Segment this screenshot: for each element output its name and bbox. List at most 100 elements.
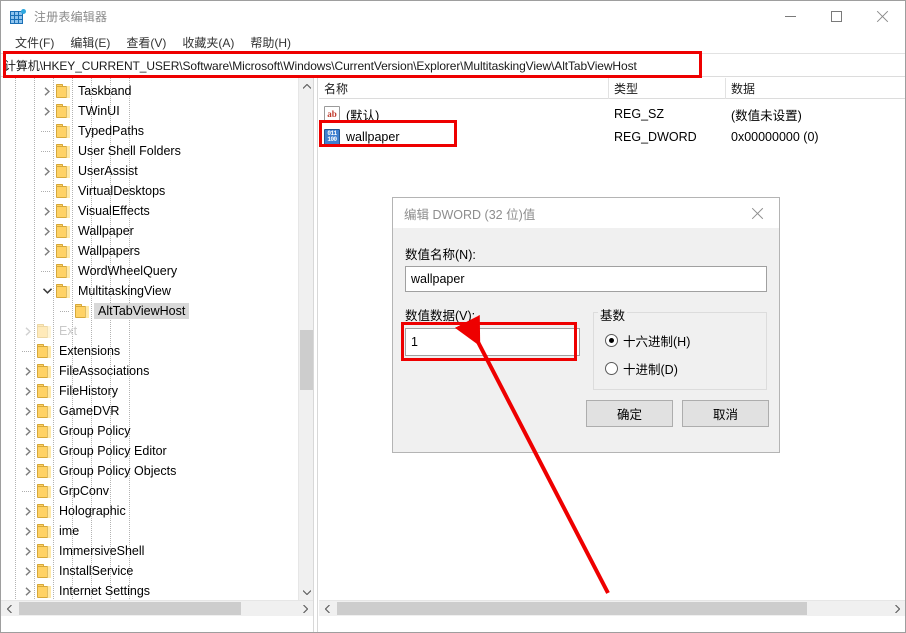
- tree-item-taskband[interactable]: Taskband: [1, 81, 297, 101]
- cancel-button[interactable]: 取消: [682, 400, 769, 427]
- base-groupbox-label: 基数: [598, 305, 628, 324]
- chevron-right-icon[interactable]: [20, 361, 36, 381]
- chevron-right-icon[interactable]: [20, 541, 36, 561]
- tree-item-label: InstallService: [59, 564, 134, 578]
- folder-icon: [37, 504, 54, 518]
- close-button[interactable]: [859, 1, 905, 32]
- column-header-type[interactable]: 类型: [609, 78, 726, 99]
- address-bar-path[interactable]: 计算机\HKEY_CURRENT_USER\Software\Microsoft…: [1, 57, 637, 74]
- tree-item-internet-settings[interactable]: Internet Settings: [1, 581, 297, 601]
- tree-item-immersiveshell[interactable]: ImmersiveShell: [1, 541, 297, 561]
- tree-vertical-scrollbar[interactable]: [298, 78, 313, 600]
- tree-item-wallpapers[interactable]: Wallpapers: [1, 241, 297, 261]
- values-scroll-left-arrow[interactable]: [319, 601, 335, 616]
- chevron-right-icon[interactable]: [20, 381, 36, 401]
- chevron-right-icon[interactable]: [39, 161, 55, 181]
- tree-item-userassist[interactable]: UserAssist: [1, 161, 297, 181]
- menu-item-favorites[interactable]: 收藏夹(A): [174, 32, 242, 53]
- dialog-close-icon[interactable]: [735, 198, 779, 228]
- values-hscrollbar-thumb[interactable]: [337, 602, 807, 615]
- tree-item-alttabviewhost[interactable]: AltTabViewHost: [1, 301, 297, 321]
- tree-item-group-policy[interactable]: Group Policy: [1, 421, 297, 441]
- tree-item-extensions[interactable]: Extensions: [1, 341, 297, 361]
- radio-decimal[interactable]: 十进制(D): [605, 359, 678, 378]
- tree-item-ext[interactable]: Ext: [1, 321, 297, 341]
- table-row[interactable]: ab (默认) REG_SZ (数值未设置): [319, 103, 905, 125]
- chevron-right-icon[interactable]: [39, 221, 55, 241]
- tree-item-holographic[interactable]: Holographic: [1, 501, 297, 521]
- tree-scrollbar-thumb[interactable]: [300, 330, 313, 390]
- chevron-right-icon[interactable]: [20, 461, 36, 481]
- folder-icon: [56, 244, 73, 258]
- chevron-right-icon[interactable]: [20, 401, 36, 421]
- chevron-right-icon[interactable]: [20, 421, 36, 441]
- chevron-right-icon[interactable]: [20, 581, 36, 601]
- registry-editor-icon: [10, 8, 26, 25]
- chevron-right-icon[interactable]: [39, 81, 55, 101]
- tree-item-visualeffects[interactable]: VisualEffects: [1, 201, 297, 221]
- tree-item-multitaskingview[interactable]: MultitaskingView: [1, 281, 297, 301]
- menu-item-help[interactable]: 帮助(H): [242, 32, 299, 53]
- title-bar: 注册表编辑器: [1, 1, 905, 32]
- ok-button[interactable]: 确定: [586, 400, 673, 427]
- chevron-right-icon[interactable]: [39, 101, 55, 121]
- tree-item-filehistory[interactable]: FileHistory: [1, 381, 297, 401]
- chevron-right-icon[interactable]: [39, 201, 55, 221]
- chevron-down-icon[interactable]: [39, 281, 55, 301]
- menu-item-file[interactable]: 文件(F): [7, 32, 62, 53]
- tree-item-label: FileAssociations: [59, 364, 150, 378]
- minimize-button[interactable]: [767, 1, 813, 32]
- chevron-right-icon[interactable]: [20, 321, 36, 341]
- tree-item-ime[interactable]: ime: [1, 521, 297, 541]
- chevron-right-icon[interactable]: [20, 521, 36, 541]
- folder-icon: [56, 284, 73, 298]
- address-bar[interactable]: 计算机\HKEY_CURRENT_USER\Software\Microsoft…: [1, 53, 905, 77]
- values-horizontal-scrollbar[interactable]: [319, 600, 905, 616]
- edit-dword-dialog: 编辑 DWORD (32 位)值 数值名称(N): wallpaper 数值数据…: [392, 197, 780, 453]
- tree-scroll-right-arrow[interactable]: [297, 601, 313, 616]
- tree-scroll-down-arrow[interactable]: [299, 584, 313, 600]
- tree-item-user-shell-folders[interactable]: User Shell Folders: [1, 141, 297, 161]
- menu-bar: 文件(F) 编辑(E) 查看(V) 收藏夹(A) 帮助(H): [1, 32, 905, 53]
- tree-item-group-policy-editor[interactable]: Group Policy Editor: [1, 441, 297, 461]
- tree-horizontal-scrollbar[interactable]: [1, 600, 313, 616]
- tree-item-group-policy-objects[interactable]: Group Policy Objects: [1, 461, 297, 481]
- folder-icon: [56, 264, 73, 278]
- radio-hexadecimal[interactable]: 十六进制(H): [605, 331, 690, 350]
- chevron-right-icon[interactable]: [20, 501, 36, 521]
- tree-item-label: GrpConv: [59, 484, 110, 498]
- menu-item-view[interactable]: 查看(V): [118, 32, 174, 53]
- chevron-right-icon[interactable]: [20, 441, 36, 461]
- folder-icon: [37, 324, 54, 338]
- values-column-header: 名称 类型 数据: [319, 78, 905, 99]
- chevron-right-icon[interactable]: [39, 241, 55, 261]
- column-header-data[interactable]: 数据: [726, 78, 905, 99]
- tree-item-virtualdesktops[interactable]: VirtualDesktops: [1, 181, 297, 201]
- tree-item-gamedvr[interactable]: GameDVR: [1, 401, 297, 421]
- tree-item-wordwheelquery[interactable]: WordWheelQuery: [1, 261, 297, 281]
- tree-item-grpconv[interactable]: GrpConv: [1, 481, 297, 501]
- tree-item-label: AltTabViewHost: [94, 303, 190, 319]
- maximize-button[interactable]: [813, 1, 859, 32]
- values-scroll-right-arrow[interactable]: [889, 601, 905, 616]
- radio-decimal-label: 十进制(D): [623, 363, 678, 377]
- tree-scroll-up-arrow[interactable]: [299, 78, 313, 94]
- pane-splitter[interactable]: [313, 78, 318, 632]
- tree-item-fileassociations[interactable]: FileAssociations: [1, 361, 297, 381]
- column-header-name[interactable]: 名称: [319, 78, 609, 99]
- registry-tree-pane: Taskband TWinUI TypedPaths User Shell Folde…: [1, 78, 313, 616]
- tree-scroll-left-arrow[interactable]: [1, 601, 17, 616]
- chevron-right-icon[interactable]: [20, 561, 36, 581]
- folder-icon: [56, 164, 73, 178]
- menu-item-edit[interactable]: 编辑(E): [62, 32, 118, 53]
- value-data-input[interactable]: 1: [405, 328, 580, 356]
- table-row[interactable]: 011 100 wallpaper REG_DWORD 0x00000000 (0…: [319, 126, 905, 148]
- tree-item-installservice[interactable]: InstallService: [1, 561, 297, 581]
- tree-item-wallpaper[interactable]: Wallpaper: [1, 221, 297, 241]
- value-type: REG_DWORD: [614, 130, 697, 144]
- tree-hscrollbar-thumb[interactable]: [19, 602, 241, 615]
- value-name-input[interactable]: wallpaper: [405, 266, 767, 292]
- tree-item-typedpaths[interactable]: TypedPaths: [1, 121, 297, 141]
- tree-item-label: TypedPaths: [78, 124, 145, 138]
- tree-item-twinui[interactable]: TWinUI: [1, 101, 297, 121]
